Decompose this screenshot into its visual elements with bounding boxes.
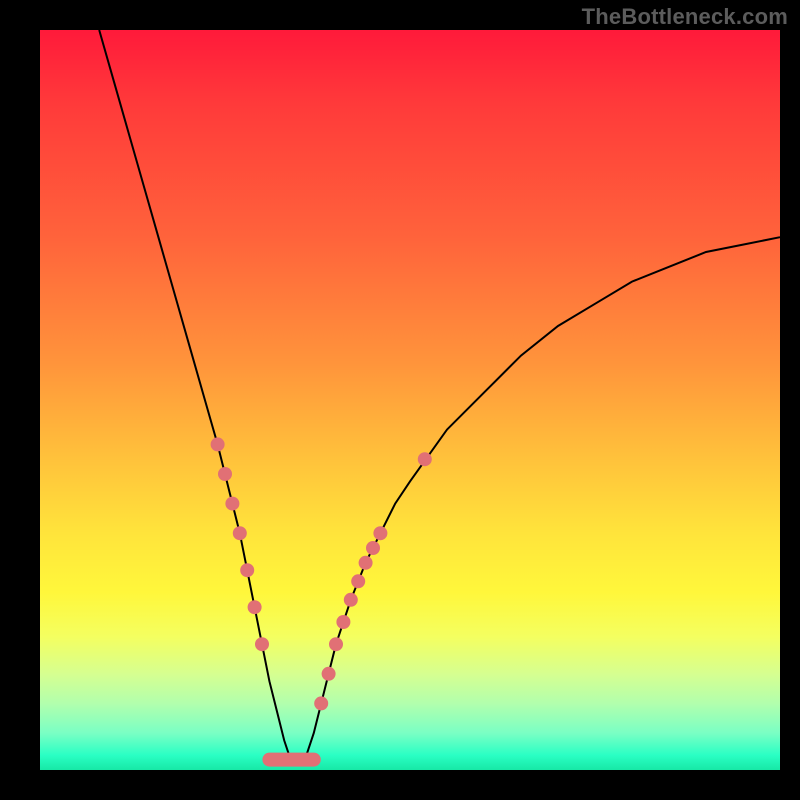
- marker-dot: [336, 615, 350, 629]
- marker-cluster-left: [211, 437, 269, 651]
- chart-frame: TheBottleneck.com: [0, 0, 800, 800]
- marker-dot: [359, 556, 373, 570]
- marker-dot: [366, 541, 380, 555]
- marker-dot: [418, 452, 432, 466]
- plot-area: [40, 30, 780, 770]
- marker-dot: [314, 696, 328, 710]
- curve-svg: [40, 30, 780, 770]
- marker-dot: [211, 437, 225, 451]
- watermark-text: TheBottleneck.com: [582, 4, 788, 30]
- marker-dot: [329, 637, 343, 651]
- marker-dot: [240, 563, 254, 577]
- marker-dot: [373, 526, 387, 540]
- marker-dot: [351, 574, 365, 588]
- marker-dot: [255, 637, 269, 651]
- marker-dot: [344, 593, 358, 607]
- marker-dot: [248, 600, 262, 614]
- marker-dot: [218, 467, 232, 481]
- marker-dot: [322, 667, 336, 681]
- marker-cluster-right: [314, 452, 432, 710]
- bottleneck-curve: [99, 30, 780, 763]
- marker-dot: [233, 526, 247, 540]
- marker-dot: [225, 497, 239, 511]
